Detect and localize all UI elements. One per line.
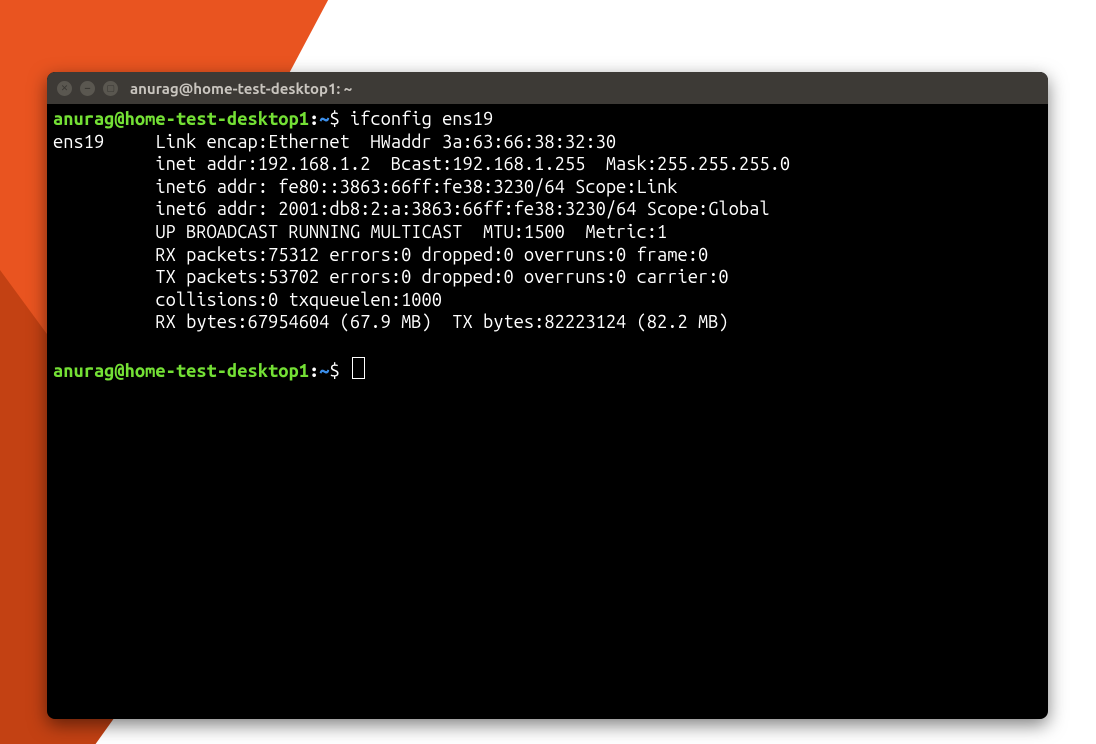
close-icon[interactable]: ✕ bbox=[57, 81, 72, 96]
prompt-userhost: anurag@home-test-desktop1 bbox=[53, 361, 309, 381]
out-line-8: collisions:0 txqueuelen:1000 bbox=[155, 290, 442, 310]
out-line-6: RX packets:75312 errors:0 dropped:0 over… bbox=[155, 245, 708, 265]
out-line-2: inet addr:192.168.1.2 Bcast:192.168.1.25… bbox=[155, 154, 790, 174]
terminal-window: ✕ ‒ ▢ anurag@home-test-desktop1: ~ anura… bbox=[47, 72, 1048, 719]
prompt-colon: : bbox=[309, 109, 319, 129]
terminal-body[interactable]: anurag@home-test-desktop1:~$ ifconfig en… bbox=[47, 104, 1048, 719]
out-line-9: RX bytes:67954604 (67.9 MB) TX bytes:822… bbox=[155, 312, 728, 332]
prompt-userhost: anurag@home-test-desktop1 bbox=[53, 109, 309, 129]
out-line-4: inet6 addr: 2001:db8:2:a:3863:66ff:fe38:… bbox=[155, 199, 769, 219]
prompt-path: ~ bbox=[319, 109, 329, 129]
cursor-icon bbox=[352, 357, 365, 379]
window-titlebar[interactable]: ✕ ‒ ▢ anurag@home-test-desktop1: ~ bbox=[47, 72, 1048, 104]
out-line-5: UP BROADCAST RUNNING MULTICAST MTU:1500 … bbox=[155, 222, 667, 242]
iface-name: ens19 bbox=[53, 132, 104, 152]
maximize-icon[interactable]: ▢ bbox=[103, 81, 118, 96]
out-line-7: TX packets:53702 errors:0 dropped:0 over… bbox=[155, 267, 728, 287]
minimize-icon[interactable]: ‒ bbox=[80, 81, 95, 96]
prompt-dollar: $ bbox=[329, 361, 339, 381]
out-line-1: Link encap:Ethernet HWaddr 3a:63:66:38:3… bbox=[155, 132, 616, 152]
window-title: anurag@home-test-desktop1: ~ bbox=[130, 80, 352, 97]
prompt-path: ~ bbox=[319, 361, 329, 381]
out-line-3: inet6 addr: fe80::3863:66ff:fe38:3230/64… bbox=[155, 177, 677, 197]
ifconfig-output: ens19 Link encap:Ethernet HWaddr 3a:63:6… bbox=[53, 132, 790, 333]
prompt-line-2: anurag@home-test-desktop1:~$ bbox=[53, 361, 365, 381]
prompt-colon: : bbox=[309, 361, 319, 381]
prompt-dollar: $ bbox=[329, 109, 339, 129]
typed-command: ifconfig ens19 bbox=[350, 109, 493, 129]
prompt-line-1: anurag@home-test-desktop1:~$ ifconfig en… bbox=[53, 109, 493, 129]
